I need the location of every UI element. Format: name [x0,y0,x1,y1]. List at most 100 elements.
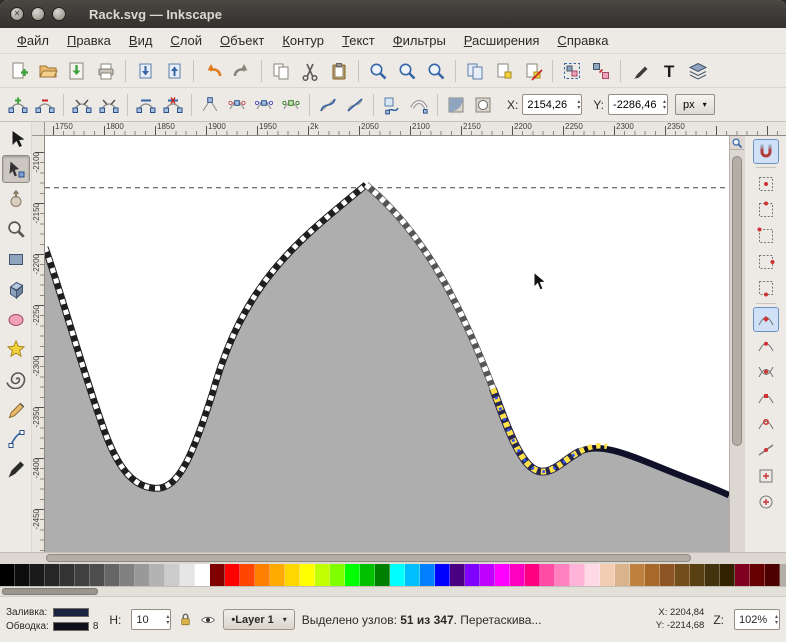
layer-lock-button[interactable] [178,612,193,627]
palette-color[interactable] [705,564,720,586]
zoom-corner-button[interactable] [731,137,743,149]
copy-button[interactable] [267,57,295,85]
palette-color[interactable] [375,564,390,586]
line-to-curve-button[interactable] [315,92,341,118]
y-coordinate-field[interactable]: -2286,46 ▴ ▾ [608,94,669,115]
horizontal-scrollbar-thumb[interactable] [46,554,691,562]
snap-bbox-corners-button[interactable] [753,223,779,248]
calligraphy-tool-button[interactable] [2,455,30,483]
break-path-button[interactable] [96,92,122,118]
insert-node-button[interactable] [5,92,31,118]
horizontal-ruler[interactable]: 1750 1800 1850 1900 1950 2k 2050 2100 2150 2200 22… [45,122,786,136]
palette-color[interactable] [105,564,120,586]
menu-item-text[interactable]: Текст [333,30,384,51]
palette-color[interactable] [585,564,600,586]
palette-color[interactable] [570,564,585,586]
menu-item-file[interactable]: Файл [8,30,58,51]
cut-button[interactable] [296,57,324,85]
redo-button[interactable] [228,57,256,85]
menu-item-view[interactable]: Вид [120,30,162,51]
zoom-page-button[interactable] [422,57,450,85]
export-image-button[interactable] [160,57,188,85]
opacity-spinner[interactable]: ▴ ▾ [166,614,169,626]
palette-color[interactable] [300,564,315,586]
palette-color[interactable] [30,564,45,586]
corner-node-button[interactable] [197,92,223,118]
smooth-node-button[interactable] [224,92,250,118]
paste-button[interactable] [325,57,353,85]
minimize-button[interactable] [31,7,45,21]
palette-color[interactable] [450,564,465,586]
palette-color[interactable] [285,564,300,586]
new-document-button[interactable] [5,57,33,85]
node-tool-button[interactable] [1,155,30,183]
palette-color[interactable] [675,564,690,586]
snap-path-intersections-button[interactable] [753,359,779,384]
menu-item-edit[interactable]: Правка [58,30,120,51]
maximize-button[interactable] [52,7,66,21]
curve-to-line-button[interactable] [342,92,368,118]
menu-item-filters[interactable]: Фильтры [384,30,455,51]
palette-color[interactable] [165,564,180,586]
fill-swatch[interactable] [52,608,89,617]
palette-color[interactable] [315,564,330,586]
palette-color[interactable] [225,564,240,586]
menu-item-object[interactable]: Объект [211,30,273,51]
snap-object-centers-button[interactable] [753,463,779,488]
star-tool-button[interactable] [2,335,30,363]
palette-color[interactable] [765,564,780,586]
palette-color[interactable] [420,564,435,586]
menu-item-layer[interactable]: Слой [161,30,211,51]
snap-bbox-centers-button[interactable] [753,275,779,300]
palette-color[interactable] [405,564,420,586]
create-clone-button[interactable] [490,57,518,85]
palette-color[interactable] [645,564,660,586]
layer-selector[interactable]: •Layer 1 ▾ [223,609,295,630]
layers-dialog-button[interactable] [684,57,712,85]
palette-color[interactable] [750,564,765,586]
stroke-to-path-button[interactable] [406,92,432,118]
zoom-field[interactable]: 102% ▴ ▾ [734,609,780,630]
x-coordinate-field[interactable]: 2154,26 ▴ ▾ [522,94,583,115]
palette-color[interactable] [330,564,345,586]
edit-clip-path-button[interactable] [443,92,469,118]
snap-bounding-box-button[interactable] [753,171,779,196]
zoom-drawing-button[interactable] [393,57,421,85]
palette-color[interactable] [0,564,15,586]
opacity-field[interactable]: 10 ▴ ▾ [131,609,172,630]
palette-color[interactable] [180,564,195,586]
palette-color[interactable] [390,564,405,586]
palette-color[interactable] [720,564,735,586]
palette-color[interactable] [45,564,60,586]
print-document-button[interactable] [92,57,120,85]
vertical-ruler[interactable]: -2100 -2150 -2200 -2250 -2300 -2350 -2400 -2450 [32,136,45,552]
close-button[interactable]: ✕ [10,7,24,21]
fill-stroke-dialog-button[interactable] [626,57,654,85]
vertical-scrollbar[interactable] [729,136,744,552]
x-spinner[interactable]: ▴ ▾ [577,99,580,111]
open-document-button[interactable] [34,57,62,85]
palette-color[interactable] [690,564,705,586]
palette-color[interactable] [735,564,750,586]
join-with-segment-button[interactable] [133,92,159,118]
palette-color[interactable] [195,564,210,586]
snap-rotation-centers-button[interactable] [753,489,779,514]
edit-mask-path-button[interactable] [470,92,496,118]
snap-cusp-nodes-button[interactable] [753,385,779,410]
snap-line-midpoints-button[interactable] [753,437,779,462]
palette-color[interactable] [630,564,645,586]
tweak-tool-button[interactable] [2,185,30,213]
palette-color[interactable] [480,564,495,586]
enable-snapping-button[interactable] [752,139,779,164]
menu-item-path[interactable]: Контур [273,30,333,51]
palette-color[interactable] [525,564,540,586]
save-document-button[interactable] [63,57,91,85]
unit-dropdown[interactable]: px ▾ [675,94,715,115]
zoom-selection-button[interactable] [364,57,392,85]
palette-color[interactable] [465,564,480,586]
palette-scrollbar[interactable] [0,586,786,596]
palette-color[interactable] [90,564,105,586]
vertical-scrollbar-thumb[interactable] [732,156,742,446]
auto-node-button[interactable] [278,92,304,118]
snap-to-paths-button[interactable] [753,333,779,358]
